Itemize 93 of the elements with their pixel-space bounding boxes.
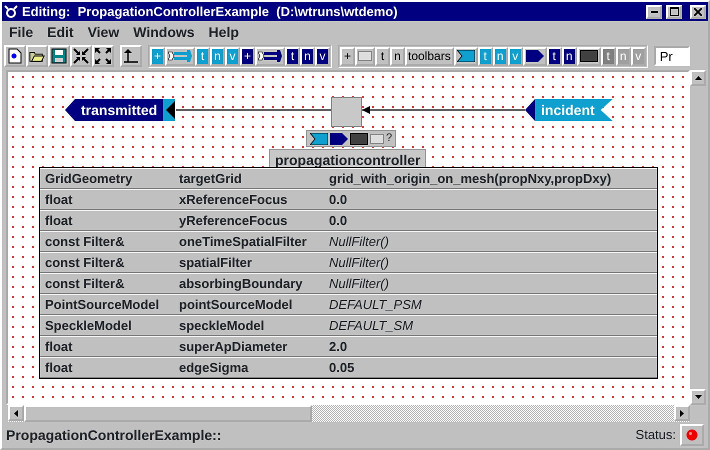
parameter-name: pointSourceModel (179, 296, 292, 314)
scroll-up-button[interactable] (690, 70, 706, 86)
maximize-button[interactable] (666, 4, 682, 18)
toolbar-button[interactable] (522, 46, 547, 66)
window-title: Editing: PropagationControllerExample (D:\wtruns\wtdemo) (22, 2, 399, 21)
parameter-value: DEFAULT_PSM (329, 296, 422, 314)
parameter-value: DEFAULT_SM (329, 317, 414, 335)
blank-block-icon (358, 51, 372, 61)
up-arrow-icon (694, 76, 702, 80)
toolbar-button[interactable]: t (285, 46, 300, 66)
parameter-name: edgeSigma (179, 359, 248, 377)
toolbar-button[interactable] (48, 45, 70, 67)
left-arrow-icon (14, 410, 18, 416)
parameter-type: const Filter& (45, 254, 124, 272)
toolbar-button[interactable] (454, 46, 478, 66)
port-connector-icon (163, 99, 176, 121)
scroll-down-button[interactable] (690, 389, 706, 405)
toolbar-button[interactable]: t (600, 46, 616, 66)
toolbar-button[interactable] (165, 46, 195, 66)
toolbar-button[interactable] (255, 46, 285, 66)
parameter-type: float (45, 212, 72, 230)
toolbar-button[interactable]: + (240, 46, 255, 66)
parameter-name: spatialFilter (179, 254, 252, 272)
parameter-name: xReferenceFocus (179, 191, 288, 209)
parameter-value: NullFilter() (329, 275, 389, 293)
toolbar-button[interactable]: n (390, 46, 405, 66)
parameter-name: superApDiameter (179, 338, 288, 356)
minimize-button[interactable] (646, 4, 662, 18)
parameter-type: float (45, 359, 72, 377)
toolbar-button[interactable] (4, 45, 26, 67)
toolbar-button[interactable]: t (546, 46, 562, 66)
block-icon (580, 50, 598, 62)
toolbar-button[interactable] (576, 46, 601, 66)
toolbar-button[interactable] (92, 45, 114, 67)
scroll-right-button[interactable] (674, 405, 690, 421)
parameter-value: 0.05 (329, 359, 354, 377)
menu-item[interactable]: File (2, 21, 40, 44)
status-text: PropagationControllerExample:: (6, 426, 222, 445)
toolbar-button[interactable]: n (562, 46, 577, 66)
parameter-name: targetGrid (179, 170, 242, 188)
parameter-type: float (45, 338, 72, 356)
toolbar-button[interactable]: v (315, 46, 330, 66)
parameter-name: absorbingBoundary (179, 275, 303, 293)
down-arrow-icon (694, 395, 702, 399)
toolbar-button[interactable] (120, 45, 142, 67)
minimize-icon (650, 10, 658, 12)
menu-item[interactable]: Edit (40, 21, 81, 44)
up-arrow-icon (123, 49, 139, 63)
parameter-type: PointSourceModel (45, 296, 160, 314)
collapse-icon (73, 48, 89, 64)
parameter-value: 0.0 (329, 212, 348, 230)
scroll-left-button[interactable] (8, 405, 24, 421)
blank-block-icon[interactable] (370, 134, 384, 144)
parameter-type: float (45, 191, 72, 209)
parameter-type: GridGeometry (45, 170, 132, 188)
toolbar-button[interactable]: toolbars (405, 46, 454, 66)
parameter-type: SpeckleModel (45, 317, 132, 335)
toolbar-button[interactable]: n (300, 46, 315, 66)
parameter-value: 0.0 (329, 191, 348, 209)
status-button[interactable] (680, 424, 704, 446)
parameter-name: oneTimeSpatialFilter (179, 233, 307, 251)
menu-item[interactable]: View (80, 21, 126, 44)
maximize-icon (670, 7, 678, 16)
status-label: Status: (636, 426, 676, 444)
text-field[interactable]: Pr (654, 46, 690, 66)
expand-icon (95, 48, 111, 64)
new-file-icon (8, 48, 22, 64)
close-button[interactable] (690, 4, 706, 18)
right-arrow-icon (680, 410, 684, 416)
parameter-type: const Filter& (45, 233, 124, 251)
menu-item[interactable]: Help (202, 21, 246, 44)
input-port-icon[interactable] (310, 132, 328, 144)
output-port-icon[interactable] (330, 132, 348, 144)
save-icon (51, 48, 67, 64)
help-button[interactable]: ? (386, 130, 392, 147)
toolbar-button[interactable] (26, 45, 48, 67)
toolbar-button[interactable]: t (375, 46, 390, 66)
parameter-type: const Filter& (45, 275, 124, 293)
menu-item[interactable]: Windows (126, 21, 202, 44)
toolbar-button[interactable]: + (340, 46, 355, 66)
toolbar-button[interactable] (70, 45, 92, 67)
status-light-icon (686, 429, 698, 441)
parameter-value: NullFilter() (329, 233, 389, 251)
parameter-name: speckleModel (179, 317, 264, 335)
scroll-thumb[interactable] (24, 405, 312, 422)
parameter-value: 2.0 (329, 338, 348, 356)
parameter-value: grid_with_origin_on_mesh(propNxy,propDxy) (329, 170, 612, 188)
parameter-name: yReferenceFocus (179, 212, 288, 230)
output-port[interactable]: transmitted (65, 99, 164, 121)
open-folder-icon (29, 49, 45, 63)
parameter-value: NullFilter() (329, 254, 389, 272)
close-icon (694, 8, 702, 16)
block-icon[interactable] (350, 132, 368, 144)
